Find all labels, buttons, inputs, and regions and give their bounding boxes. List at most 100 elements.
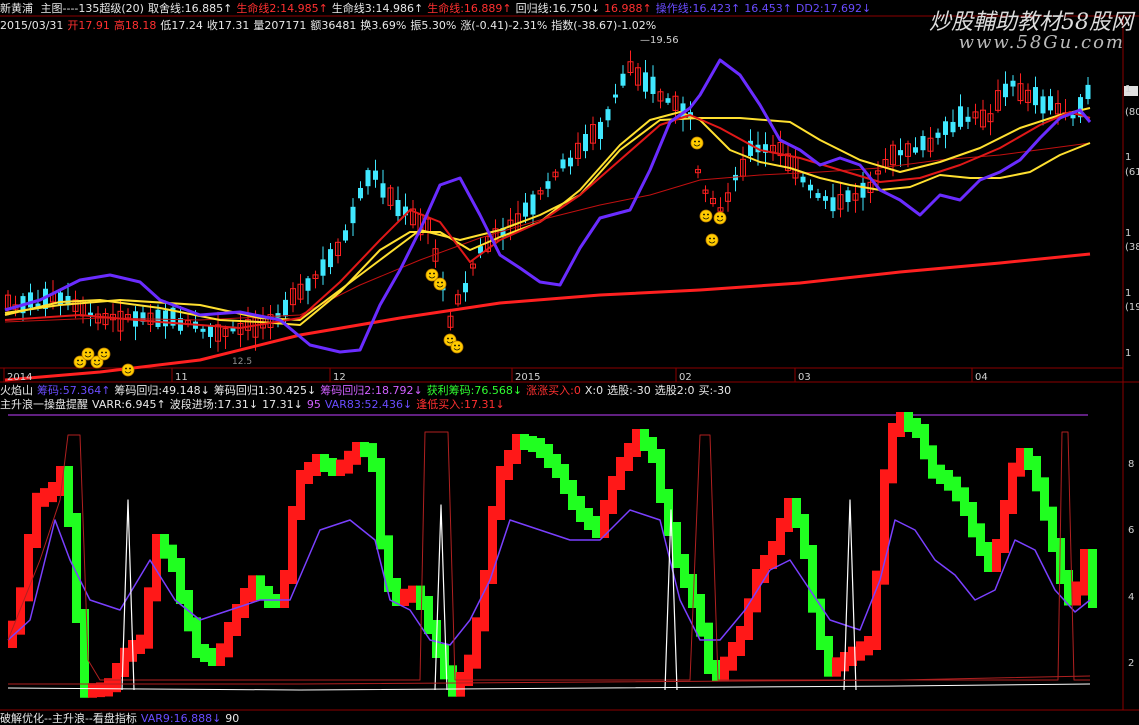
y-tick-label: (19: [1125, 302, 1139, 313]
candle-body: [200, 328, 206, 332]
smiley-marker: [705, 233, 719, 247]
indicator-block: [896, 412, 905, 437]
indicator-block: [544, 444, 553, 468]
info-item: 换3.69%: [360, 19, 407, 32]
indicator-row1-item: 火焰山: [0, 384, 33, 397]
indicator-block: [928, 445, 937, 479]
candle-body: [1003, 83, 1008, 98]
indicator-block: [536, 438, 545, 458]
indicator-block: [136, 634, 145, 654]
indicator-purple-line: [7, 509, 1091, 646]
indicator-block: [104, 678, 113, 697]
indicator-panel: [7, 412, 1097, 698]
x-tick-label: 04: [975, 372, 988, 383]
smiley-eye: [707, 213, 709, 216]
indicator-block: [808, 545, 817, 613]
y-tick-label: (61: [1125, 167, 1139, 178]
smiley-eye: [458, 344, 460, 347]
indicator-block: [1000, 500, 1009, 553]
candle-body: [275, 313, 281, 318]
candle-body: [1085, 84, 1091, 100]
y-tick-label: 1: [1125, 288, 1131, 299]
indicator-block: [696, 594, 705, 637]
info-item: 低17.24: [160, 19, 203, 32]
header-item: 16.453↑: [744, 2, 792, 15]
candle-body: [365, 170, 371, 187]
smiley-marker: [713, 211, 727, 225]
indicator-row1-item: 筹码回归:49.148↓: [114, 384, 210, 397]
header-item: 主图----135超级(20): [40, 2, 144, 15]
indicator-block: [704, 622, 713, 674]
candle-body: [568, 157, 573, 167]
peak-label: —19.56: [640, 35, 679, 46]
indicator-row1-item: 选股:-30: [607, 384, 651, 397]
indicator-block: [824, 636, 833, 677]
candle-body: [830, 197, 836, 212]
candle-body: [958, 106, 963, 127]
purple-signal-line: [4, 58, 1092, 354]
indicator-block: [296, 470, 305, 520]
indicator-block: [792, 498, 801, 528]
indicator-block: [904, 412, 913, 432]
indicator-block: [680, 554, 689, 588]
smiley-marker: [121, 363, 135, 377]
indicator-block: [264, 586, 273, 608]
smiley-eye: [105, 351, 107, 354]
smiley-eye: [429, 272, 431, 275]
indicator-block: [688, 574, 697, 608]
low-label: 12.5: [232, 357, 252, 367]
candle-body: [155, 309, 161, 327]
indicator-block: [376, 458, 385, 550]
smiley-eye: [77, 359, 79, 362]
stock-name[interactable]: 新黄浦: [0, 2, 33, 15]
smiley-eye: [441, 281, 443, 284]
y-tick-label: 1: [1125, 152, 1131, 163]
x-tick-label: 11: [175, 372, 188, 383]
y-tick-label: 1: [1125, 228, 1131, 239]
indicator-block: [520, 434, 529, 450]
candle-body: [605, 109, 611, 121]
indicator-block: [8, 620, 17, 648]
candle-body: [320, 259, 326, 276]
candle-body: [283, 299, 288, 317]
indicator-row2-item: VAR83:52.436↓: [324, 398, 413, 411]
indicator-header-2: 主升浪一操盘提醒 VARR:6.945↑ 波段进场:17.31↓ 17.31↓ 95 VA…: [0, 398, 509, 411]
indicator-block: [1024, 448, 1033, 470]
indicator-block: [856, 641, 865, 661]
indicator-block: [968, 502, 977, 538]
header-item: 取舍线:16.885↑: [147, 2, 233, 15]
indicator-block: [16, 587, 25, 635]
candle-body: [620, 73, 626, 86]
candle-body: [808, 184, 813, 191]
indicator-block: [224, 622, 233, 658]
candle-body: [1040, 96, 1046, 114]
indicator-block: [736, 626, 745, 656]
indicator-block: [640, 429, 649, 451]
indicator-block: [168, 544, 177, 572]
info-item: 振5.30%: [410, 19, 457, 32]
indicator-block: [288, 506, 297, 584]
indicator-block: [512, 434, 521, 464]
indicator-block: [656, 449, 665, 503]
smiley-eye: [94, 359, 96, 362]
indicator-block: [672, 522, 681, 568]
x-tick-label: 03: [798, 372, 811, 383]
indicator-block: [920, 424, 929, 460]
indicator-block: [32, 492, 41, 548]
indicator-block: [496, 466, 505, 520]
indicator-block: [40, 488, 49, 507]
ma-yellow-2: [4, 107, 1091, 321]
candle-body: [860, 182, 866, 198]
indicator-block: [160, 534, 169, 559]
smiley-marker: [433, 277, 447, 291]
candle-body: [1048, 96, 1053, 111]
indicator-row1-item: 筹码:57.364↑: [37, 384, 111, 397]
smiley-eye: [125, 367, 127, 370]
indicator-block: [480, 570, 489, 632]
candle-body: [650, 76, 656, 94]
candle-body: [1070, 115, 1076, 119]
indicator-block: [256, 575, 265, 600]
smiley-eye: [85, 351, 87, 354]
candle-body: [350, 206, 356, 224]
indicator-block: [912, 418, 921, 438]
